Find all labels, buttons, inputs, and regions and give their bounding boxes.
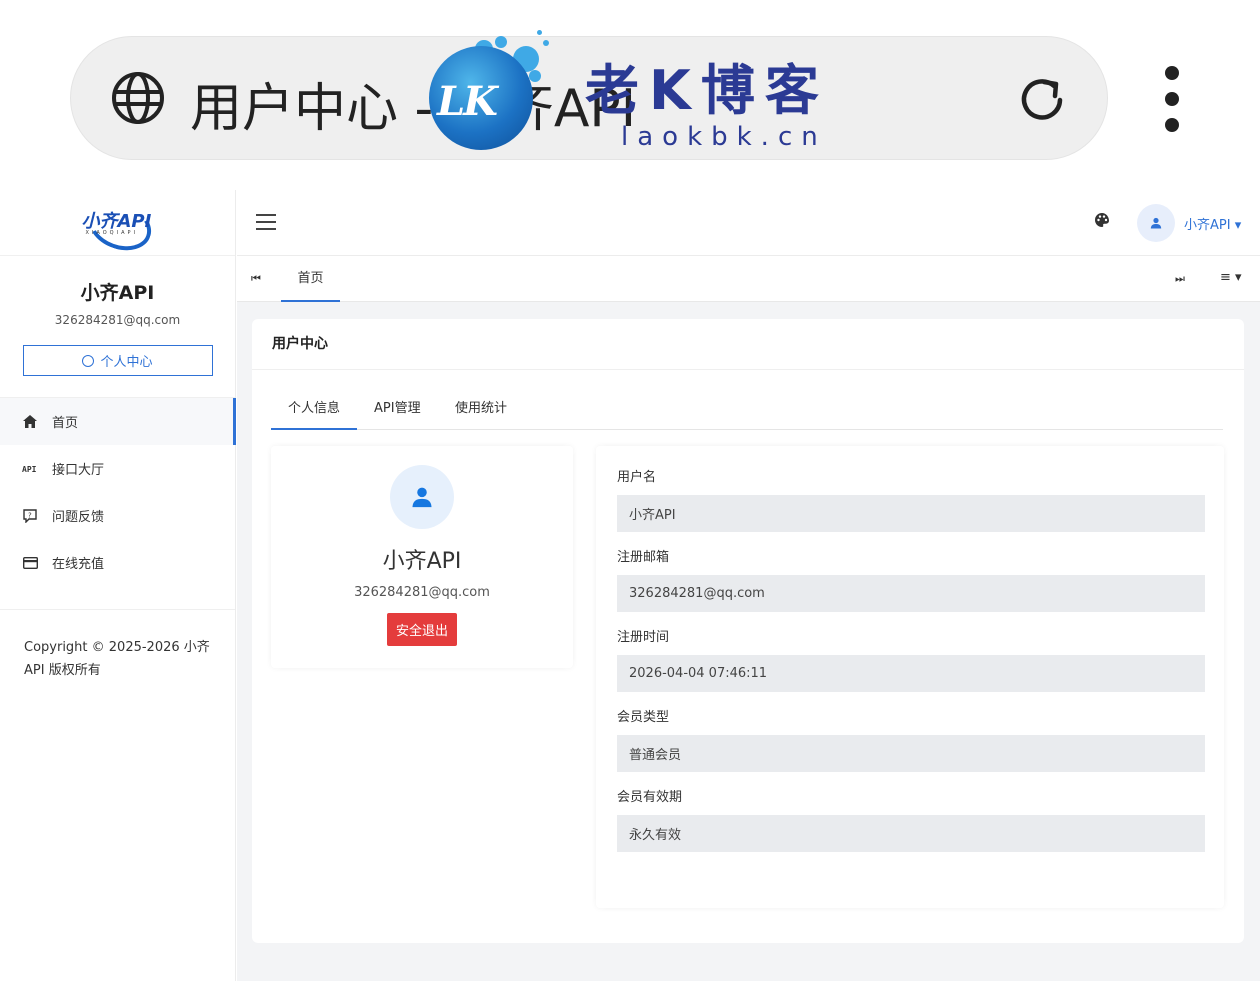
profile-name: 小齐API (382, 549, 462, 574)
api-icon: API (22, 461, 38, 477)
more-menu-icon[interactable] (1156, 66, 1188, 132)
header-avatar[interactable] (1137, 204, 1175, 242)
svg-text:API: API (22, 465, 37, 474)
watermark-title: 老K博客 (585, 59, 829, 122)
sidebar: 小齐API XIAOQIAPI 小齐API 326284281@qq.com 个… (0, 190, 236, 981)
reload-icon[interactable] (1014, 72, 1070, 128)
tab-usage-stats[interactable]: 使用统计 (438, 394, 524, 430)
user-icon (412, 487, 432, 508)
account-info-form: 用户名 小齐API 注册邮箱 326284281@qq.com 注册时间 202… (596, 446, 1224, 908)
tab-api-management[interactable]: API管理 (357, 394, 438, 430)
card-icon (22, 555, 38, 571)
profile-avatar (390, 465, 454, 529)
sidebar-user-panel: 小齐API 326284281@qq.com 个人中心 (0, 256, 235, 398)
globe-icon (112, 72, 164, 124)
sidebar-item-label: 接口大厅 (52, 463, 105, 478)
user-center-card: 用户中心 个人信息 API管理 使用统计 小齐API 326284281@qq.… (252, 319, 1244, 943)
sidebar-item-label: 首页 (52, 416, 79, 431)
user-dropdown[interactable]: 小齐API ▾ (1184, 214, 1241, 233)
sidebar-item-recharge[interactable]: 在线充值 (0, 539, 235, 586)
user-circle-icon (82, 354, 95, 367)
tab-options-menu[interactable]: ≡ ▾ (1220, 270, 1242, 285)
logo-subtext: XIAOQIAPI (85, 229, 138, 236)
email-field[interactable]: 326284281@qq.com (617, 575, 1205, 612)
watermark-logo: LK 老K博客 laokbk.cn (425, 30, 855, 160)
personal-center-button[interactable]: 个人中心 (22, 345, 213, 376)
palette-icon[interactable] (1094, 212, 1110, 228)
main-content: 小齐API ▾ ⏮ 首页 ⏭ ≡ ▾ 用户中心 个人信息 API管理 使用统计 … (237, 190, 1260, 981)
tab-scroll-left-icon[interactable]: ⏮ (251, 272, 261, 286)
sidebar-item-feedback[interactable]: ? 问题反馈 (0, 492, 235, 539)
hamburger-icon[interactable] (256, 214, 276, 230)
tab-scroll-right-icon[interactable]: ⏭ (1175, 272, 1185, 286)
watermark-mark: LK (437, 78, 498, 125)
profile-email: 326284281@qq.com (354, 585, 490, 600)
logo[interactable]: 小齐API XIAOQIAPI (0, 190, 235, 259)
card-tabs: 个人信息 API管理 使用统计 (271, 394, 1223, 430)
username-field[interactable]: 小齐API (617, 495, 1205, 532)
sidebar-item-label: 在线充值 (52, 557, 105, 572)
top-header: 小齐API ▾ (237, 190, 1260, 256)
watermark-url: laokbk.cn (621, 122, 827, 152)
sidebar-item-api-hall[interactable]: API 接口大厅 (0, 445, 235, 492)
copyright: Copyright © 2025-2026 小齐API 版权所有 (24, 640, 210, 678)
member-type-field[interactable]: 普通会员 (617, 735, 1205, 772)
field-label-username: 用户名 (617, 470, 657, 485)
browser-toolbar: 用户中心 - 小齐API LK 老K博客 laokbk.cn (0, 0, 1260, 190)
card-title: 用户中心 (252, 319, 1244, 370)
home-icon (22, 414, 38, 430)
sidebar-user-email: 326284281@qq.com (54, 313, 181, 327)
user-icon (1150, 217, 1162, 229)
feedback-icon: ? (22, 508, 38, 524)
tab-home[interactable]: 首页 (281, 256, 340, 302)
sidebar-user-name: 小齐API (80, 282, 155, 304)
field-label-email: 注册邮箱 (617, 550, 670, 565)
logout-button[interactable]: 安全退出 (386, 613, 457, 646)
member-expiry-field[interactable]: 永久有效 (617, 815, 1205, 852)
svg-text:?: ? (28, 511, 32, 519)
field-label-register-time: 注册时间 (617, 630, 670, 645)
page-tabs-bar: ⏮ 首页 ⏭ ≡ ▾ (237, 256, 1260, 302)
register-time-field[interactable]: 2026-04-04 07:46:11 (617, 655, 1205, 692)
sidebar-item-label: 问题反馈 (52, 510, 105, 525)
brand-logo: 小齐API XIAOQIAPI (80, 192, 158, 259)
sidebar-item-home[interactable]: 首页 (0, 398, 236, 445)
field-label-member-expiry: 会员有效期 (617, 790, 683, 805)
tab-personal-info[interactable]: 个人信息 (271, 394, 358, 430)
personal-center-label: 个人中心 (100, 355, 153, 370)
profile-card: 小齐API 326284281@qq.com 安全退出 (271, 446, 573, 668)
field-label-member-type: 会员类型 (617, 710, 670, 725)
sidebar-nav: 首页 API 接口大厅 ? 问题反馈 在线充值 (0, 398, 236, 610)
